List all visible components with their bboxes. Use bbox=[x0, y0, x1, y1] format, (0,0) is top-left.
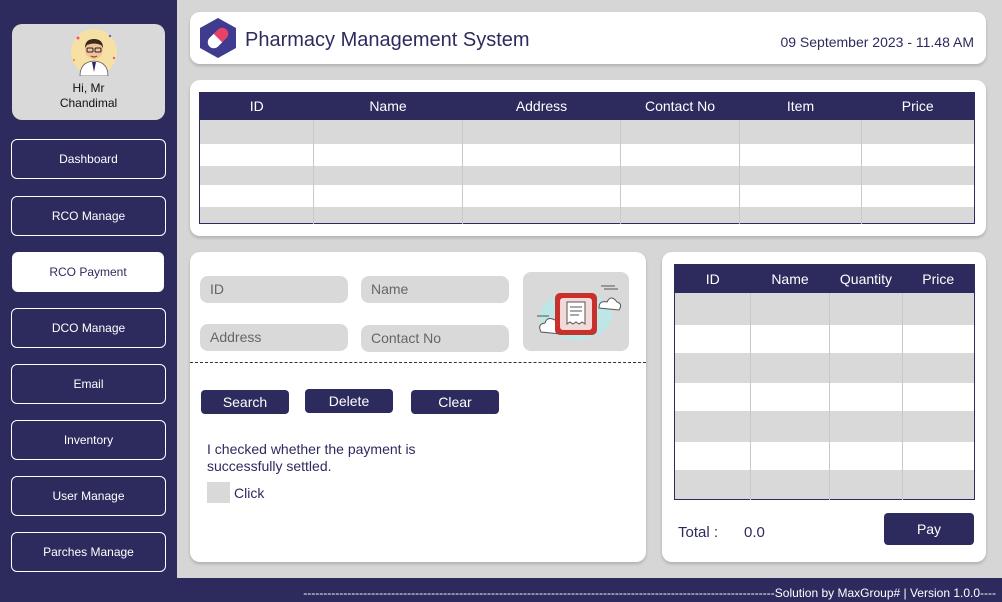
nav-dco-manage-button[interactable]: DCO Manage bbox=[11, 308, 166, 348]
cart-table: ID Name Quantity Price bbox=[674, 264, 975, 500]
orders-table-header-row: ID Name Address Contact No Item Price bbox=[199, 92, 975, 120]
receipt-image-box bbox=[523, 272, 629, 351]
orders-col-id[interactable]: ID bbox=[199, 92, 314, 120]
footer-version-text: ----------------------------------------… bbox=[303, 586, 996, 600]
nav-dashboard-button[interactable]: Dashboard bbox=[11, 139, 166, 179]
clear-button[interactable]: Clear bbox=[411, 390, 499, 414]
table-row[interactable] bbox=[674, 352, 975, 383]
nav-email-button[interactable]: Email bbox=[11, 364, 166, 404]
cart-col-quantity[interactable]: Quantity bbox=[829, 264, 903, 293]
table-row[interactable] bbox=[674, 324, 975, 353]
id-field[interactable] bbox=[200, 276, 348, 303]
profile-card: Hi, Mr Chandimal bbox=[12, 24, 165, 120]
datetime-display: 09 September 2023 - 11.48 AM bbox=[780, 34, 974, 50]
cart-col-price[interactable]: Price bbox=[902, 264, 975, 293]
table-row[interactable] bbox=[674, 441, 975, 470]
total-label: Total : bbox=[678, 524, 719, 541]
table-row[interactable] bbox=[199, 119, 975, 144]
nav-user-manage-button[interactable]: User Manage bbox=[11, 476, 166, 516]
total-value: 0.0 bbox=[744, 524, 765, 541]
search-button[interactable]: Search bbox=[201, 390, 289, 414]
orders-col-item[interactable]: Item bbox=[739, 92, 862, 120]
nav-rco-payment-button[interactable]: RCO Payment bbox=[12, 252, 164, 292]
payment-confirm-checkbox[interactable] bbox=[207, 482, 230, 503]
nav-parches-manage-button[interactable]: Parches Manage bbox=[11, 532, 166, 572]
sidebar: Hi, Mr Chandimal Dashboard RCO Manage RC… bbox=[0, 0, 177, 578]
payment-form-card: Search Delete Clear I checked whether th… bbox=[190, 252, 646, 562]
address-field[interactable] bbox=[200, 324, 348, 351]
delete-button[interactable]: Delete bbox=[305, 389, 393, 413]
nav-rco-manage-button[interactable]: RCO Manage bbox=[11, 196, 166, 236]
table-row[interactable] bbox=[199, 165, 975, 185]
orders-table-card: ID Name Address Contact No Item Price bbox=[190, 80, 986, 236]
orders-col-contact[interactable]: Contact No bbox=[620, 92, 740, 120]
cart-table-header-row: ID Name Quantity Price bbox=[674, 264, 975, 293]
orders-col-price[interactable]: Price bbox=[861, 92, 975, 120]
orders-table: ID Name Address Contact No Item Price bbox=[199, 92, 975, 224]
table-row[interactable] bbox=[674, 469, 975, 500]
cart-col-id[interactable]: ID bbox=[674, 264, 751, 293]
pay-button[interactable]: Pay bbox=[884, 513, 974, 545]
table-row[interactable] bbox=[199, 184, 975, 207]
cart-col-name[interactable]: Name bbox=[750, 264, 830, 293]
cart-card: ID Name Quantity Price Total : 0.0 Pay bbox=[662, 252, 986, 562]
table-row[interactable] bbox=[674, 382, 975, 411]
table-row[interactable] bbox=[199, 143, 975, 166]
greeting-line-2: Chandimal bbox=[59, 96, 118, 110]
avatar bbox=[71, 29, 117, 76]
footer-bar: ----------------------------------------… bbox=[0, 578, 1002, 602]
contact-no-field[interactable] bbox=[361, 325, 509, 352]
form-divider bbox=[190, 362, 646, 363]
table-row[interactable] bbox=[674, 292, 975, 325]
header-bar: Pharmacy Management System 09 September … bbox=[190, 12, 986, 64]
table-row[interactable] bbox=[199, 206, 975, 224]
receipt-icon bbox=[537, 285, 622, 340]
greeting-line-1: Hi, Mr bbox=[72, 81, 105, 95]
user-greeting: Hi, Mr Chandimal bbox=[12, 81, 165, 111]
pill-logo-icon bbox=[200, 18, 236, 58]
nav-inventory-button[interactable]: Inventory bbox=[11, 420, 166, 460]
app-title: Pharmacy Management System bbox=[245, 29, 530, 51]
table-row[interactable] bbox=[674, 410, 975, 442]
checkbox-label[interactable]: Click bbox=[234, 485, 264, 501]
orders-col-address[interactable]: Address bbox=[462, 92, 621, 120]
name-field[interactable] bbox=[361, 276, 509, 303]
orders-col-name[interactable]: Name bbox=[313, 92, 463, 120]
payment-confirm-text: I checked whether the payment is success… bbox=[207, 441, 416, 474]
